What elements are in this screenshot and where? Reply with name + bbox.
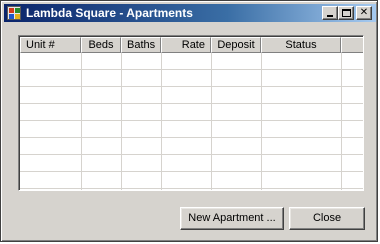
column-header-rate[interactable]: Rate [161, 37, 211, 53]
table-row[interactable] [20, 155, 363, 172]
column-header-unit[interactable]: Unit # [20, 37, 81, 53]
maximize-icon [342, 9, 351, 17]
table-row[interactable] [20, 53, 363, 70]
column-header-status[interactable]: Status [261, 37, 341, 53]
title-bar[interactable]: Lambda Square - Apartments ✕ [4, 4, 376, 22]
window-title: Lambda Square - Apartments [26, 6, 193, 20]
new-apartment-button[interactable]: New Apartment ... [180, 207, 284, 230]
column-header-filler [341, 37, 363, 53]
table-row[interactable] [20, 104, 363, 121]
table-row[interactable] [20, 172, 363, 189]
maximize-button[interactable] [338, 6, 354, 20]
column-header-baths[interactable]: Baths [121, 37, 161, 53]
column-header-beds[interactable]: Beds [81, 37, 121, 53]
table-row[interactable] [20, 138, 363, 155]
list-header: Unit # Beds Baths Rate Deposit Status [20, 37, 363, 53]
close-window-button[interactable]: ✕ [356, 6, 372, 20]
close-button[interactable]: Close [289, 207, 365, 230]
close-icon: ✕ [359, 7, 369, 18]
apartments-list[interactable]: Unit # Beds Baths Rate Deposit Status [18, 35, 364, 191]
app-icon[interactable] [7, 6, 21, 20]
table-row[interactable] [20, 87, 363, 104]
table-row[interactable] [20, 121, 363, 138]
table-row[interactable] [20, 70, 363, 87]
column-header-deposit[interactable]: Deposit [211, 37, 261, 53]
apartments-window: Lambda Square - Apartments ✕ Unit # Beds… [0, 0, 378, 242]
minimize-icon [327, 15, 333, 17]
minimize-button[interactable] [322, 6, 338, 20]
